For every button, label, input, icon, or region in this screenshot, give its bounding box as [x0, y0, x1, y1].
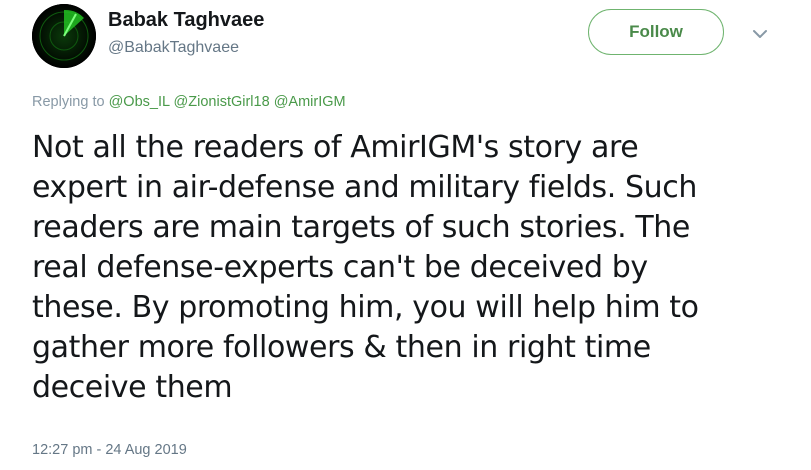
- tweet-card: Babak Taghvaee @BabakTaghvaee Follow Rep…: [0, 0, 811, 470]
- tweet-text-line: Not all the readers of AmirIGM's story a…: [32, 130, 639, 165]
- tweet-text-line: real defense-experts can't be deceived b…: [32, 250, 648, 285]
- replying-to: Replying to @Obs_IL @ZionistGirl18 @Amir…: [32, 92, 346, 112]
- chevron-down-icon: [753, 30, 767, 38]
- tweet-timestamp[interactable]: 12:27 pm - 24 Aug 2019: [32, 440, 187, 460]
- author-info: Babak Taghvaee @BabakTaghvaee: [108, 8, 264, 58]
- tweet-text-line: expert in air-defense and military field…: [32, 170, 697, 205]
- display-name[interactable]: Babak Taghvaee: [108, 8, 264, 32]
- tweet-text-line: readers are main targets of such stories…: [32, 210, 690, 245]
- more-options-button[interactable]: [748, 22, 772, 46]
- tweet-text-line: gather more followers & then in right ti…: [32, 330, 651, 365]
- mention-link[interactable]: @Obs_IL: [109, 94, 170, 110]
- follow-button[interactable]: Follow: [588, 9, 724, 55]
- avatar[interactable]: [32, 4, 96, 68]
- tweet-text: Not all the readers of AmirIGM's story a…: [32, 128, 792, 408]
- mention-link[interactable]: @ZionistGirl18: [174, 94, 270, 110]
- radar-avatar-icon: [32, 4, 96, 68]
- user-handle[interactable]: @BabakTaghvaee: [108, 38, 264, 58]
- mention-link[interactable]: @AmirIGM: [274, 94, 346, 110]
- tweet-text-line: these. By promoting him, you will help h…: [32, 290, 699, 325]
- replying-to-label: Replying to: [32, 94, 105, 110]
- tweet-text-line: deceive them: [32, 370, 233, 405]
